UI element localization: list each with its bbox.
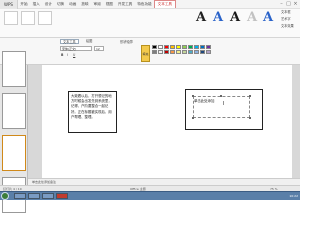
taskbar-app-icon[interactable]: [28, 193, 40, 199]
color-swatch[interactable]: [152, 50, 157, 54]
color-swatch[interactable]: [158, 50, 163, 54]
notes-placeholder: 单击此处添加备注: [32, 180, 57, 184]
taskbar-app-icon[interactable]: [14, 193, 26, 199]
color-swatch[interactable]: [188, 50, 193, 54]
clock: 10:22: [289, 194, 298, 198]
minimize-icon[interactable]: –: [278, 1, 285, 8]
app-tab[interactable]: WPS: [0, 0, 18, 9]
os-taskbar: 10:22: [0, 191, 300, 200]
slide[interactable]: 大致看以后，打开想记的地方时候会出发先到系统里，记得，户阶要整合一起记好。正在标…: [42, 65, 292, 179]
ribbon: A A A A A 文本框 艺术字 文本效果: [0, 9, 300, 38]
fill-button-label: 填充: [142, 52, 149, 56]
color-swatch[interactable]: [188, 45, 193, 49]
menu-review[interactable]: 审阅: [91, 2, 103, 7]
wordart-button[interactable]: 艺术字: [280, 17, 292, 22]
color-swatch[interactable]: [176, 45, 181, 49]
font-size-select[interactable]: 12: [94, 46, 104, 51]
menu-developer[interactable]: 开发工具: [115, 2, 134, 7]
wordart-style-1[interactable]: A: [196, 11, 206, 25]
tab-text-tools[interactable]: 文本工具: [60, 39, 79, 44]
shape-icon[interactable]: [38, 11, 52, 25]
wordart-style-4[interactable]: A: [247, 11, 257, 25]
taskbar-app-icon[interactable]: [42, 193, 54, 199]
resize-handle[interactable]: [220, 95, 222, 97]
menu-design[interactable]: 设计: [42, 2, 54, 7]
color-swatch[interactable]: [206, 50, 211, 54]
color-swatch[interactable]: [164, 45, 169, 49]
italic-button[interactable]: I: [66, 53, 69, 58]
color-swatch[interactable]: [200, 50, 205, 54]
wps-window: WPS 开始 插入 设计 切换 动画 放映 审阅 视图 开发工具 特色功能 文本…: [0, 0, 300, 213]
slide-thumbnail-panel: [0, 51, 28, 213]
color-swatch[interactable]: [206, 45, 211, 49]
tab-drawing[interactable]: 绘图: [84, 39, 94, 44]
fill-button[interactable]: 填充: [141, 45, 150, 62]
menu-slideshow[interactable]: 放映: [79, 2, 91, 7]
slide-thumbnail[interactable]: [2, 51, 26, 87]
menu-special[interactable]: 特色功能: [135, 2, 154, 7]
notes-pane[interactable]: 单击此处添加备注: [28, 178, 300, 185]
text-effect-button[interactable]: 文本效果: [280, 24, 295, 29]
color-swatch[interactable]: [200, 45, 205, 49]
color-swatch[interactable]: [152, 45, 157, 49]
color-swatch[interactable]: [170, 45, 175, 49]
color-swatch[interactable]: [194, 50, 199, 54]
resize-handle[interactable]: [249, 117, 251, 119]
underline-button[interactable]: U: [72, 53, 76, 58]
text-cursor-icon: I: [223, 101, 225, 107]
resize-handle[interactable]: [249, 95, 251, 97]
slide-thumbnail[interactable]: [2, 135, 26, 171]
placeholder-text: 单击此处添加: [194, 99, 215, 103]
wordart-style-3[interactable]: A: [230, 11, 240, 25]
menu-insert[interactable]: 插入: [30, 2, 42, 7]
maximize-icon[interactable]: □: [285, 1, 292, 8]
text-box[interactable]: 大致看以后，打开想记的地方时候会出发先到系统里，记得，户阶要整合一起记好。正在标…: [68, 91, 117, 133]
menu-view[interactable]: 视图: [103, 2, 115, 7]
menu-home[interactable]: 开始: [18, 2, 30, 7]
color-swatch[interactable]: [170, 50, 175, 54]
color-swatch[interactable]: [176, 50, 181, 54]
resize-handle[interactable]: [192, 95, 194, 97]
resize-handle[interactable]: [192, 117, 194, 119]
slide-thumbnail[interactable]: [2, 93, 26, 129]
font-name-select[interactable]: 宋体(正文): [60, 46, 92, 51]
color-swatch[interactable]: [158, 45, 163, 49]
menu-transition[interactable]: 切换: [54, 2, 66, 7]
color-swatch[interactable]: [194, 45, 199, 49]
shape-outline-button[interactable]: 形状轮廓: [119, 40, 134, 45]
bold-button[interactable]: B: [60, 53, 64, 58]
color-swatch[interactable]: [164, 50, 169, 54]
menu-bar: WPS 开始 插入 设计 切换 动画 放映 审阅 视图 开发工具 特色功能 文本…: [0, 0, 300, 9]
color-swatch[interactable]: [182, 45, 187, 49]
selected-text-box[interactable]: 单击此处添加 I: [185, 89, 263, 130]
menu-animation[interactable]: 动画: [67, 2, 79, 7]
color-swatch[interactable]: [182, 50, 187, 54]
wordart-style-2[interactable]: A: [213, 11, 223, 25]
app-tab-label: WPS: [4, 1, 13, 7]
close-icon[interactable]: ×: [292, 1, 299, 8]
menu-text-tools[interactable]: 文本工具: [154, 0, 176, 8]
wordart-style-5[interactable]: A: [263, 11, 273, 25]
paste-icon[interactable]: [4, 11, 18, 25]
taskbar-wps-icon[interactable]: [56, 193, 68, 199]
textbox-button[interactable]: 文本框: [280, 10, 292, 15]
format-painter-icon[interactable]: [21, 11, 35, 25]
text-tools-ribbon: 文本工具 绘图 宋体(正文) 12 B I U 形状轮廓: [0, 38, 300, 65]
start-button-icon[interactable]: [1, 192, 9, 200]
slide-canvas: 大致看以后，打开想记的地方时候会出发先到系统里，记得，户阶要整合一起记好。正在标…: [28, 65, 300, 185]
